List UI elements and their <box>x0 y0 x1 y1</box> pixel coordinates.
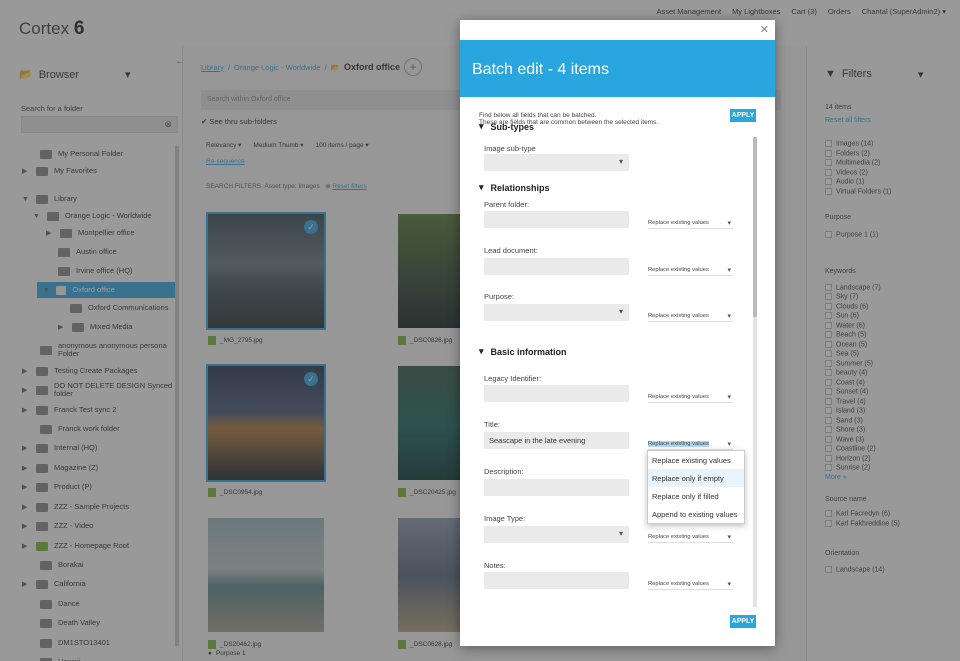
image-type-select[interactable] <box>484 526 629 543</box>
option-replace-if-empty[interactable]: Replace only if empty <box>648 469 744 487</box>
mode-dropdown: Replace existing values Replace only if … <box>647 450 745 524</box>
description-label: Description: <box>484 467 524 476</box>
close-icon[interactable]: ✕ <box>760 23 769 36</box>
mode-select[interactable]: Replace existing values <box>648 393 733 403</box>
mode-select[interactable]: Replace existing values <box>648 312 733 322</box>
image-subtype-select[interactable] <box>484 154 629 171</box>
batch-edit-modal: ✕ Batch edit - 4 items Find below all fi… <box>460 20 775 646</box>
modal-scrollbar[interactable] <box>753 137 757 607</box>
mode-select[interactable]: Replace existing values <box>648 533 733 543</box>
section-subtypes[interactable]: ▾ Sub-types <box>479 121 534 132</box>
mode-select[interactable]: Replace existing values <box>648 580 733 590</box>
image-subtype-label: Image sub-type <box>484 144 536 153</box>
title-input[interactable]: Seascape in the late evening <box>484 432 629 449</box>
legacy-id-label: Legacy Identifier: <box>484 374 542 383</box>
option-append[interactable]: Append to existing values <box>648 505 744 523</box>
option-replace-if-filled[interactable]: Replace only if filled <box>648 487 744 505</box>
parent-folder-input[interactable] <box>484 211 629 228</box>
apply-button-bottom[interactable]: APPLY <box>730 615 756 628</box>
description-input[interactable] <box>484 479 629 496</box>
legacy-id-input[interactable] <box>484 385 629 402</box>
mode-select[interactable]: Replace existing values <box>648 219 733 229</box>
parent-folder-label: Parent folder: <box>484 200 530 209</box>
image-type-label: Image Type: <box>484 514 526 523</box>
apply-button[interactable]: APPLY <box>730 109 756 122</box>
title-label: Title: <box>484 420 500 429</box>
option-replace-existing[interactable]: Replace existing values <box>648 451 744 469</box>
chevron-down-icon: ▾ <box>479 346 484 356</box>
lead-document-label: Lead document: <box>484 246 538 255</box>
section-relationships[interactable]: ▾ Relationships <box>479 182 550 193</box>
mode-select-active[interactable]: Replace existing values <box>648 440 733 450</box>
notes-label: Notes: <box>484 561 506 570</box>
section-basic-info[interactable]: ▾ Basic information <box>479 346 567 357</box>
chevron-down-icon: ▾ <box>479 121 484 131</box>
purpose-select[interactable] <box>484 304 629 321</box>
notes-input[interactable] <box>484 572 629 589</box>
chevron-down-icon: ▾ <box>479 182 484 192</box>
modal-title: Batch edit - 4 items <box>460 40 775 97</box>
mode-select[interactable]: Replace existing values <box>648 266 733 276</box>
lead-document-input[interactable] <box>484 258 629 275</box>
purpose-label: Purpose: <box>484 292 515 301</box>
